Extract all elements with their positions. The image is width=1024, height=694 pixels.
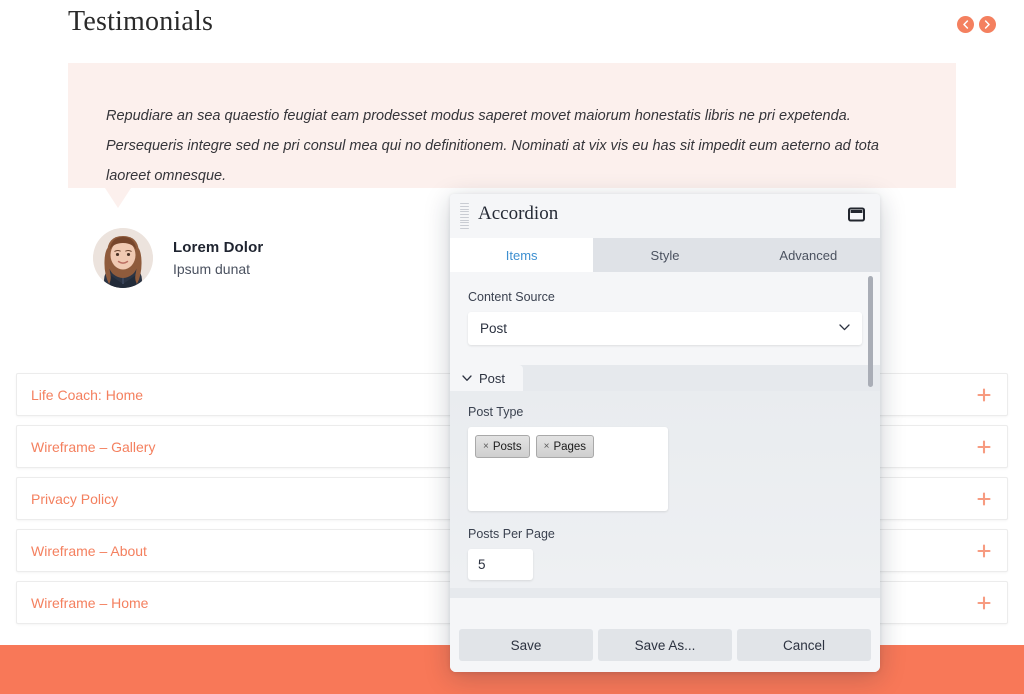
post-group-content: Post Type × Posts × Pages Posts Per Page [450, 391, 880, 588]
post-type-multiselect[interactable]: × Posts × Pages [468, 427, 668, 511]
avatar [93, 228, 153, 288]
content-source-select[interactable]: Post [468, 312, 862, 345]
author-meta: Lorem Dolor Ipsum dunat [173, 239, 263, 277]
accordion-row-label: Wireframe – Home [31, 595, 148, 611]
content-source-label: Content Source [468, 290, 862, 304]
prev-arrow-button[interactable] [957, 16, 974, 33]
panel-footer: Save Save As... Cancel [450, 618, 880, 672]
page-title: Testimonials [68, 6, 213, 38]
testimonial-author: Lorem Dolor Ipsum dunat [93, 228, 263, 288]
panel-scrollbar[interactable] [870, 272, 877, 618]
tab-items[interactable]: Items [450, 238, 593, 272]
window-glyph-icon [848, 207, 865, 222]
author-role: Ipsum dunat [173, 261, 263, 277]
post-group-label: Post [479, 371, 505, 386]
plus-glyph-icon [977, 440, 991, 454]
plus-glyph-icon [977, 544, 991, 558]
plus-icon[interactable] [977, 492, 991, 506]
panel-tab-bar: Items Style Advanced [450, 238, 880, 272]
post-group: Post Post Type × Posts × Pages Posts Per… [450, 365, 880, 598]
tag-remove-icon[interactable]: × [483, 442, 489, 452]
tag-label: Pages [553, 441, 586, 453]
content-source-section: Content Source Post [450, 272, 880, 365]
tag-remove-icon[interactable]: × [544, 442, 550, 452]
chevron-down-icon [462, 375, 472, 382]
post-type-label: Post Type [468, 405, 862, 419]
accordion-row-label: Life Coach: Home [31, 387, 143, 403]
testimonial-quote-box: Repudiare an sea quaestio feugiat eam pr… [68, 63, 956, 188]
plus-icon[interactable] [977, 388, 991, 402]
posts-per-page-input[interactable] [468, 549, 533, 580]
post-group-header[interactable]: Post [450, 365, 523, 391]
tag-posts[interactable]: × Posts [475, 435, 530, 458]
accordion-row-label: Wireframe – About [31, 543, 147, 559]
plus-icon[interactable] [977, 544, 991, 558]
accordion-settings-panel: Accordion Items Style Advanced Content S… [450, 194, 880, 672]
window-mode-icon[interactable] [848, 207, 865, 222]
cancel-button[interactable]: Cancel [737, 629, 871, 661]
panel-title: Accordion [478, 203, 558, 225]
tag-label: Posts [493, 441, 522, 453]
panel-header: Accordion [450, 194, 880, 238]
posts-per-page-label: Posts Per Page [468, 527, 862, 541]
next-arrow-button[interactable] [979, 16, 996, 33]
plus-glyph-icon [977, 596, 991, 610]
avatar-portrait-icon [93, 228, 153, 288]
save-button[interactable]: Save [459, 629, 593, 661]
testimonial-nav [957, 16, 996, 33]
accordion-row-label: Wireframe – Gallery [31, 439, 155, 455]
author-name: Lorem Dolor [173, 239, 263, 256]
plus-glyph-icon [977, 492, 991, 506]
panel-scrollbar-thumb[interactable] [868, 276, 873, 387]
tab-style[interactable]: Style [593, 238, 736, 272]
testimonial-bubble-tail [105, 188, 131, 208]
panel-body: Content Source Post Post Post Type × [450, 272, 880, 618]
plus-icon[interactable] [977, 596, 991, 610]
tag-pages[interactable]: × Pages [536, 435, 594, 458]
testimonial-quote-text: Repudiare an sea quaestio feugiat eam pr… [106, 101, 918, 191]
plus-glyph-icon [977, 388, 991, 402]
save-as-button[interactable]: Save As... [598, 629, 732, 661]
drag-handle-icon[interactable] [460, 203, 469, 229]
content-source-value: Post [480, 321, 507, 336]
tab-advanced[interactable]: Advanced [737, 238, 880, 272]
chevron-down-icon [839, 324, 850, 331]
chevron-left-icon [962, 20, 969, 29]
plus-icon[interactable] [977, 440, 991, 454]
accordion-row-label: Privacy Policy [31, 491, 118, 507]
chevron-right-icon [984, 20, 991, 29]
